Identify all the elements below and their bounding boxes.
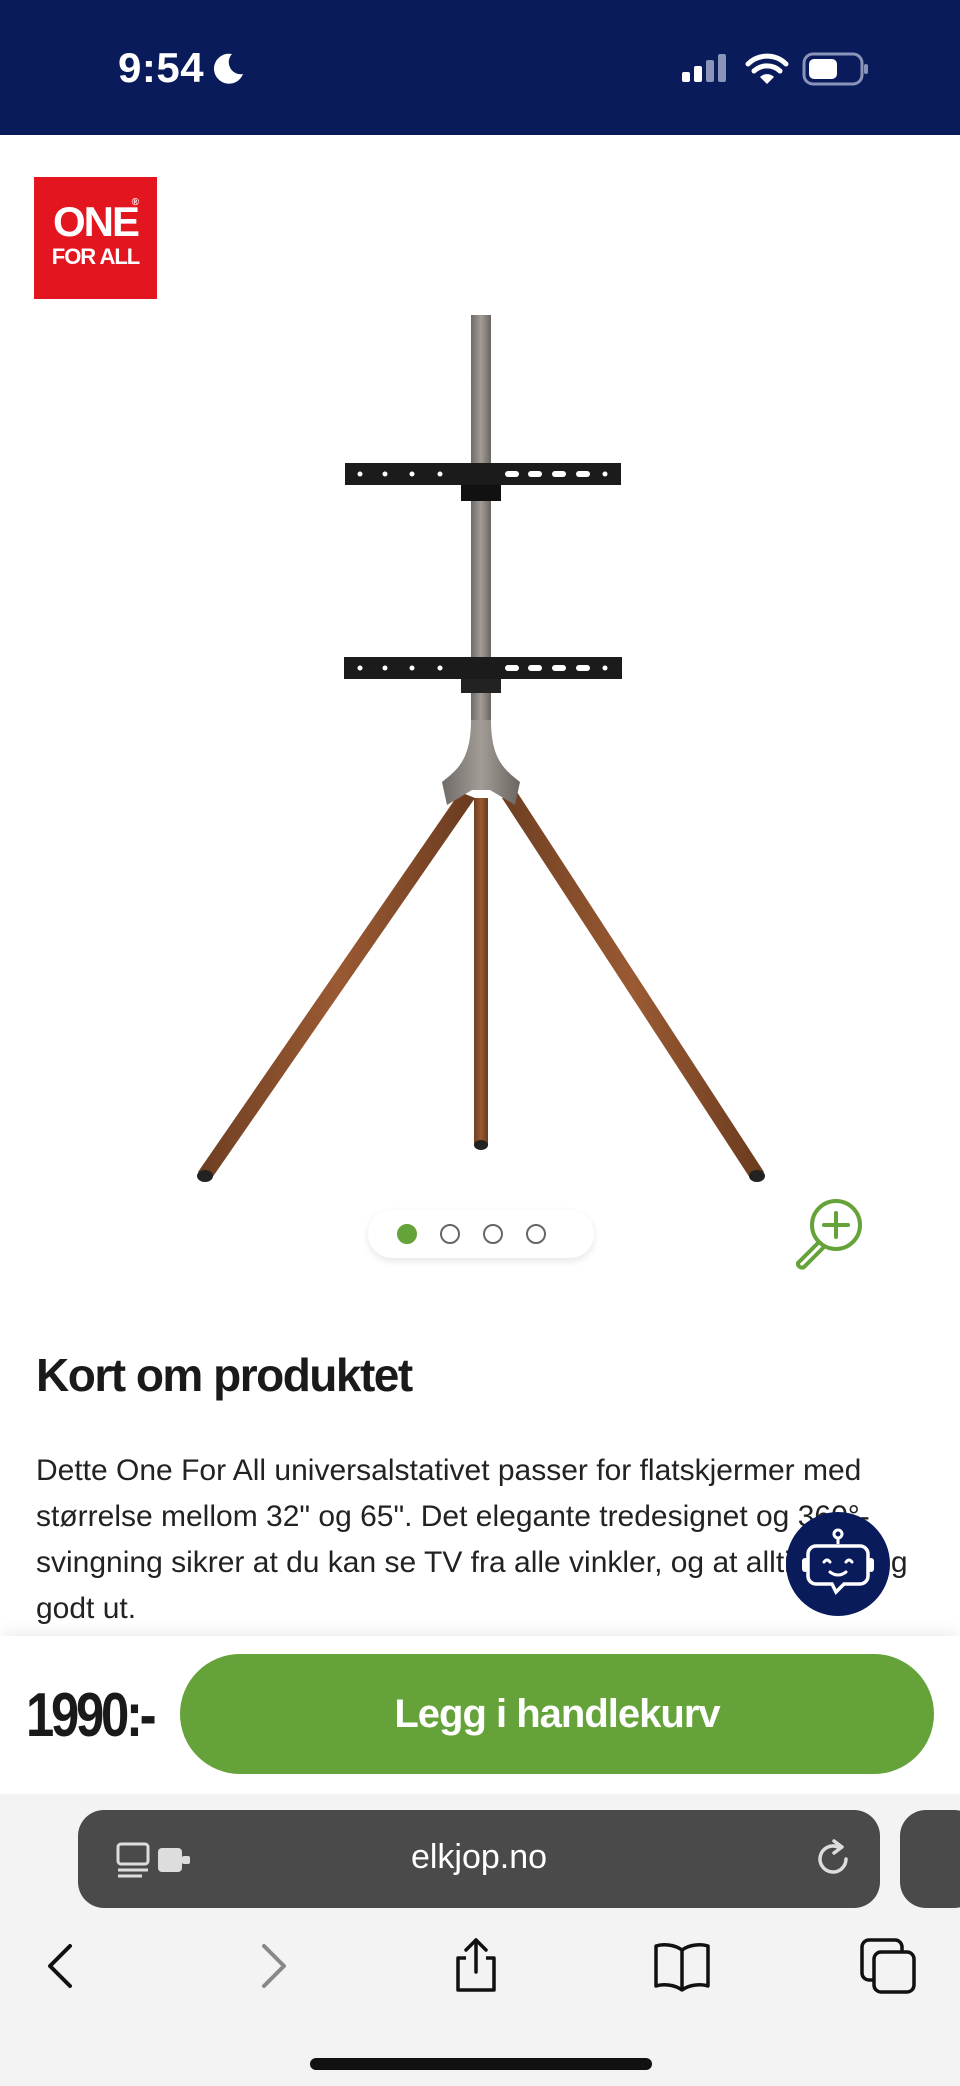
carousel-indicator <box>368 1210 594 1258</box>
back-icon[interactable] <box>30 1934 94 1998</box>
chatbot-button[interactable] <box>786 1512 890 1616</box>
home-indicator <box>310 2058 652 2070</box>
add-to-cart-button[interactable]: Legg i handlekurv <box>180 1654 934 1774</box>
reload-icon[interactable] <box>812 1838 854 1880</box>
buy-bar: 1990:- Legg i handlekurv <box>0 1636 960 1794</box>
carousel-dot-3[interactable] <box>483 1224 503 1244</box>
carousel-dot-4[interactable] <box>526 1224 546 1244</box>
price: 1990:- <box>26 1681 157 1750</box>
signal-icon <box>682 54 726 82</box>
battery-icon <box>802 52 868 86</box>
url-text: elkjop.no <box>410 1838 548 1876</box>
chatbot-icon <box>802 1528 874 1595</box>
product-image[interactable] <box>150 300 810 1200</box>
brand-logo: ONE FOR ALL ® <box>34 177 157 299</box>
next-tab-preview[interactable] <box>900 1810 960 1908</box>
carousel-dot-1[interactable] <box>397 1224 417 1244</box>
section-title: Kort om produktet <box>36 1349 413 1401</box>
forward-icon[interactable] <box>240 1934 304 1998</box>
status-time: 9:54 <box>118 44 205 91</box>
address-bar[interactable]: elkjop.no <box>78 1810 880 1908</box>
tabs-icon[interactable] <box>856 1934 920 1998</box>
bookmarks-icon[interactable] <box>650 1934 714 1998</box>
browser-toolbar: elkjop.no <box>0 1794 960 2086</box>
zoom-in-icon[interactable] <box>790 1195 868 1273</box>
wifi-icon <box>745 53 789 84</box>
moon-icon <box>213 53 243 84</box>
share-icon[interactable] <box>444 1934 508 1998</box>
brand-registered-mark: ® <box>131 197 139 208</box>
carousel-dot-2[interactable] <box>440 1224 460 1244</box>
status-bar: 9:54 <box>0 0 960 135</box>
brand-logo-line2: FOR ALL <box>51 244 141 269</box>
